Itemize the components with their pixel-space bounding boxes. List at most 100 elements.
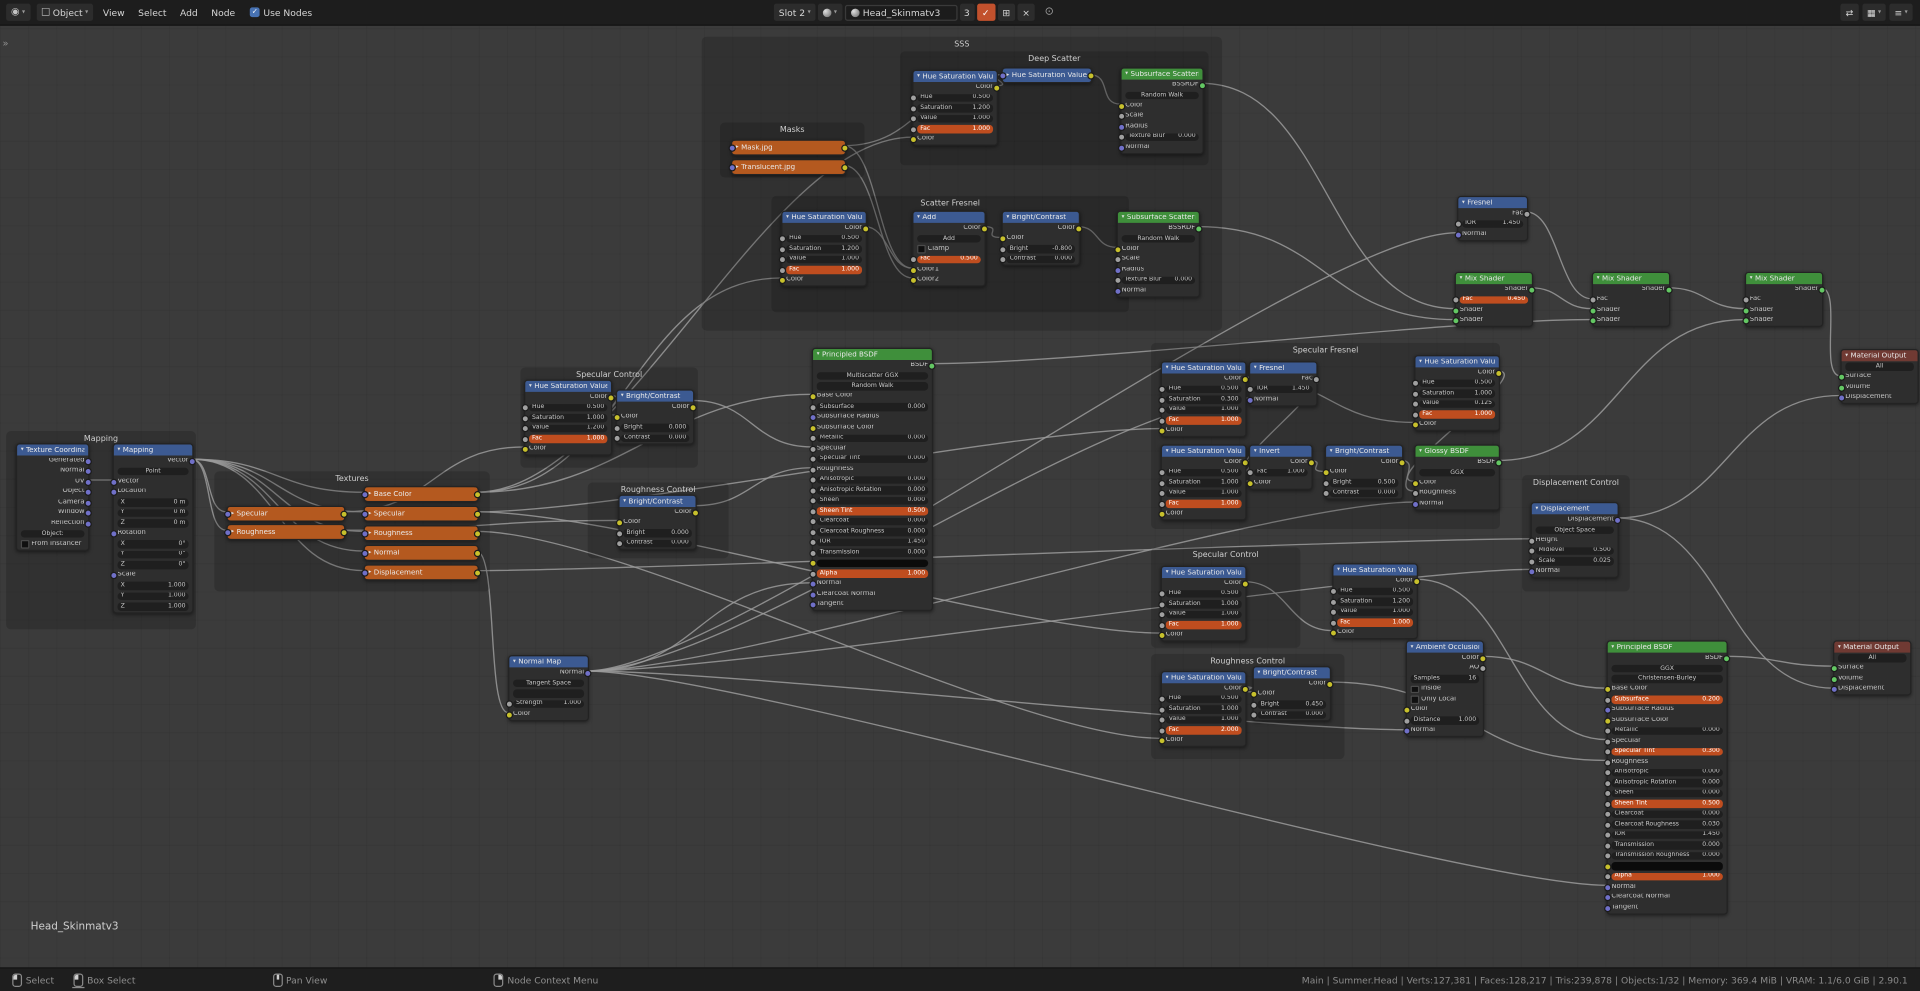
snapping-icon[interactable]: ▦ ▾ xyxy=(1861,3,1886,21)
socket-in-value[interactable] xyxy=(1158,611,1166,619)
socket-out-color[interactable] xyxy=(1241,685,1249,693)
socket-in-fac[interactable] xyxy=(1158,621,1166,630)
field-transmission-roughness[interactable]: Transmission Roughness 0.000 xyxy=(1611,851,1723,860)
field-sheen-tint[interactable]: Sheen Tint 0.500 xyxy=(816,506,929,515)
menu-all[interactable]: All xyxy=(1837,653,1907,662)
node-bright-contrast[interactable]: ▾ Bright/Contrast Color Color Bright 0.450 Con… xyxy=(1250,666,1334,722)
socket-in-texture-blur[interactable] xyxy=(1117,133,1126,142)
socket-in-color[interactable] xyxy=(521,446,529,454)
collapse-icon[interactable]: ▾ xyxy=(1166,675,1169,681)
socket-in-fac[interactable] xyxy=(1158,727,1166,735)
collapse-icon[interactable]: ▾ xyxy=(623,498,626,504)
node-specular[interactable]: ▸ Specular xyxy=(361,505,482,522)
socket-out[interactable] xyxy=(473,510,482,518)
collapse-icon[interactable]: ▾ xyxy=(1419,359,1422,365)
node-header[interactable]: ▾ Bright/Contrast xyxy=(617,390,694,402)
socket-in-fac[interactable] xyxy=(1329,619,1338,627)
socket-out-fac[interactable] xyxy=(1312,375,1321,383)
socket-in-roughness[interactable] xyxy=(809,466,817,474)
socket-in-color[interactable] xyxy=(1158,427,1166,436)
socket-in-normal[interactable] xyxy=(1114,287,1122,295)
field-texture-blur[interactable]: Texture Blur 0.000 xyxy=(1125,132,1199,141)
socket-out[interactable] xyxy=(1087,72,1095,80)
node-header[interactable]: ▾Texture Coordinate xyxy=(17,444,89,456)
field-value[interactable]: Value 1.000 xyxy=(786,255,863,264)
field-contrast[interactable]: Contrast 0.000 xyxy=(1006,255,1076,264)
socket-in-subsurface-color[interactable] xyxy=(809,424,817,432)
node-bright-contrast[interactable]: ▾ Bright/Contrast Color Color Bright 0.000 Con… xyxy=(613,389,697,445)
socket-in-strength[interactable] xyxy=(505,700,514,709)
socket-in-normal[interactable] xyxy=(809,580,817,589)
socket-in-normal[interactable] xyxy=(1604,883,1612,892)
field-saturation[interactable]: Saturation 0.300 xyxy=(1165,395,1242,404)
field-fac[interactable]: Fac 0.450 xyxy=(1459,295,1529,304)
field-ior[interactable]: IOR 1.450 xyxy=(1462,219,1524,228)
checkbox-icon[interactable] xyxy=(1410,695,1419,704)
menu-blank[interactable] xyxy=(513,689,585,698)
field-hue[interactable]: Hue 0.500 xyxy=(1165,468,1242,477)
menu-select[interactable]: Select xyxy=(134,7,170,18)
field-subsurface[interactable]: Subsurface 0.000 xyxy=(816,402,929,411)
field-fac[interactable]: Fac 1.000 xyxy=(1337,618,1414,627)
socket-in[interactable] xyxy=(224,510,232,518)
field-value[interactable]: Value 1.000 xyxy=(1165,610,1242,619)
field-hue[interactable]: Hue 0.500 xyxy=(528,403,608,412)
socket-in-ior[interactable] xyxy=(1604,831,1612,840)
field-bright[interactable]: Bright -0.800 xyxy=(1006,244,1076,253)
node-header[interactable]: ▾ Bright/Contrast xyxy=(1002,211,1079,223)
socket-in-fac[interactable] xyxy=(909,125,918,134)
node-translucent-jpg[interactable]: ▸ Translucent.jpg xyxy=(728,159,849,176)
collapse-icon[interactable]: ▸ xyxy=(736,144,739,150)
node-glossy-bsdf[interactable]: ▾ Glossy BSDF BSDF GGX Color Roughness Normal xyxy=(1411,444,1503,511)
socket-in-transmission[interactable] xyxy=(1604,842,1612,850)
socket-out-camera[interactable] xyxy=(84,499,92,507)
field-value[interactable]: Value 1.000 xyxy=(1165,715,1242,724)
socket-out[interactable] xyxy=(473,530,482,538)
node-mix-shader[interactable]: ▾ Mix Shader Shader Fac Shader Shader xyxy=(1742,271,1826,327)
socket-in-sheen-tint[interactable] xyxy=(809,507,817,516)
socket-out-bsdf[interactable] xyxy=(928,362,936,370)
socket-in-saturation[interactable] xyxy=(1158,479,1166,488)
socket-out-ao[interactable] xyxy=(1479,665,1487,673)
field-alpha[interactable]: Alpha 1.000 xyxy=(816,569,929,578)
socket-in-contrast[interactable] xyxy=(615,540,624,548)
socket-in-fac[interactable] xyxy=(1158,417,1166,425)
socket-in-value[interactable] xyxy=(1158,716,1166,724)
socket-in-tangent[interactable] xyxy=(1604,904,1612,912)
pin-icon[interactable]: ⊙ xyxy=(1045,6,1054,18)
socket-in-fac[interactable] xyxy=(521,435,529,443)
collapse-icon[interactable]: ▸ xyxy=(369,550,372,556)
node-header[interactable]: ▾ Hue Saturation Value xyxy=(1415,356,1499,368)
field-fac[interactable]: Fac 1.000 xyxy=(1419,410,1496,419)
socket-in-saturation[interactable] xyxy=(909,105,918,113)
socket-in-bright[interactable] xyxy=(999,245,1007,254)
collapse-icon[interactable]: ▾ xyxy=(1838,644,1841,650)
menu-object-space[interactable]: Object Space xyxy=(1535,525,1614,534)
node-hue-saturation-value[interactable]: ▾ Hue Saturation Value Color Hue 0.500 Satura… xyxy=(1158,671,1249,747)
node-header[interactable]: ▸ Roughness xyxy=(227,525,345,539)
collapse-icon[interactable]: ▾ xyxy=(513,659,516,665)
socket-in-radius[interactable] xyxy=(1114,266,1122,274)
field-x[interactable]: X 0° xyxy=(117,540,189,548)
socket-in-color[interactable] xyxy=(613,414,621,422)
socket-in-fac[interactable] xyxy=(778,266,787,274)
socket-in-metallic[interactable] xyxy=(1604,727,1612,736)
socket-out-bssrdf[interactable] xyxy=(1195,225,1203,233)
node-header[interactable]: ▾ Principled BSDF xyxy=(1607,641,1727,653)
socket-in-displacement[interactable] xyxy=(1830,686,1838,694)
socket-in-alpha[interactable] xyxy=(1604,873,1612,881)
collapse-icon[interactable]: ▸ xyxy=(369,511,372,517)
socket-in-value[interactable] xyxy=(1329,608,1338,617)
node-mask-jpg[interactable]: ▸ Mask.jpg xyxy=(728,139,849,156)
socket-in-shader[interactable] xyxy=(1742,317,1750,325)
field-clearcoat[interactable]: Clearcoat 0.000 xyxy=(1611,810,1723,818)
collapse-icon[interactable]: ▾ xyxy=(1536,506,1539,512)
collapse-icon[interactable]: ▾ xyxy=(1419,448,1422,454)
field-fac[interactable]: Fac 1.000 xyxy=(1165,620,1242,629)
collapse-icon[interactable]: ▸ xyxy=(369,569,372,575)
field-saturation[interactable]: Saturation 1.200 xyxy=(786,244,863,253)
socket-in-height[interactable] xyxy=(1528,537,1536,545)
socket-in[interactable] xyxy=(361,510,369,518)
socket-in-saturation[interactable] xyxy=(1158,600,1166,609)
field-midlevel[interactable]: Midlevel 0.500 xyxy=(1535,546,1614,555)
